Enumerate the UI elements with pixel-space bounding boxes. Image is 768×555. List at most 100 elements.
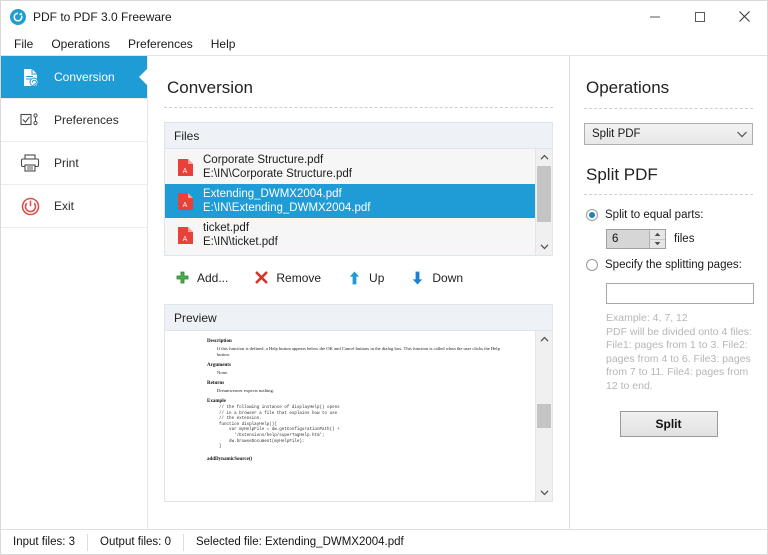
minimize-icon[interactable] [632, 1, 677, 32]
operation-select[interactable]: Split PDF [584, 123, 753, 145]
operations-divider [584, 108, 753, 109]
radio-button-icon[interactable] [586, 259, 598, 271]
sidebar-item-print[interactable]: Print [1, 142, 147, 185]
window-title: PDF to PDF 3.0 Freeware [33, 10, 172, 24]
hint-line: Example: 4, 7, 12 [606, 312, 756, 326]
hint-line: pages from 4 to 6. File3: pages [606, 353, 756, 367]
scroll-down-icon[interactable] [536, 238, 553, 255]
sidebar-item-exit[interactable]: Exit [1, 185, 147, 228]
parts-count-unit: files [674, 233, 694, 245]
pdf-file-icon: A [177, 192, 194, 211]
list-item[interactable]: A Extending_DWMX2004.pdf E:\IN\Extending… [165, 184, 535, 218]
file-name: Corporate Structure.pdf [203, 153, 352, 167]
scroll-track[interactable] [536, 348, 553, 484]
preview-heading: Description [207, 339, 509, 344]
preview-footer-heading: addDynamicSource() [207, 457, 509, 462]
refresh-circle-icon [10, 9, 26, 25]
menu-item-preferences[interactable]: Preferences [123, 35, 202, 54]
operations-title: Operations [586, 78, 753, 98]
preview-paragraph: Dreamweaver expects nothing. [217, 388, 509, 394]
scroll-down-icon[interactable] [536, 484, 553, 501]
file-path: E:\IN\Corporate Structure.pdf [203, 167, 352, 182]
files-list[interactable]: A Corporate Structure.pdf E:\IN\Corporat… [164, 148, 553, 256]
radio-specify-pages[interactable]: Specify the splitting pages: [586, 259, 753, 271]
printer-icon [19, 152, 41, 174]
preview-section: Preview Description If this function is … [164, 304, 553, 502]
preview-heading: Example [207, 399, 509, 404]
radio-split-equal-label: Split to equal parts: [605, 209, 703, 221]
preview-page: Description If this function is defined,… [165, 331, 535, 501]
preview-box[interactable]: Description If this function is defined,… [164, 330, 553, 502]
list-item-texts: ticket.pdf E:\IN\ticket.pdf [203, 221, 278, 250]
hint-line: from 7 to 11. File4: pages from [606, 366, 756, 380]
files-list-items: A Corporate Structure.pdf E:\IN\Corporat… [165, 149, 535, 255]
move-down-button[interactable]: Down [403, 265, 474, 290]
split-section-divider [584, 194, 753, 195]
split-button[interactable]: Split [620, 411, 718, 437]
svg-text:A: A [183, 168, 188, 175]
split-section-title: Split PDF [586, 165, 753, 185]
scroll-track[interactable] [536, 166, 553, 238]
list-item-texts: Extending_DWMX2004.pdf E:\IN\Extending_D… [203, 187, 370, 216]
quantity-stepper-buttons [649, 230, 665, 248]
radio-split-equal[interactable]: Split to equal parts: [586, 209, 753, 221]
preview-scrollbar[interactable] [535, 331, 552, 501]
list-item[interactable]: A Corporate Structure.pdf E:\IN\Corporat… [165, 150, 535, 184]
parts-count-row: 6 files [606, 229, 753, 249]
scroll-up-icon[interactable] [536, 149, 553, 166]
cross-icon [254, 270, 269, 285]
sidebar-item-label: Preferences [54, 113, 119, 127]
sidebar-item-label: Print [54, 156, 79, 170]
close-icon[interactable] [722, 1, 767, 32]
main-panel: Conversion Files A [148, 56, 570, 529]
move-up-button[interactable]: Up [340, 265, 395, 290]
menu-item-help[interactable]: Help [206, 35, 245, 54]
files-group-header: Files [164, 122, 553, 148]
hint-line: File1: pages from 1 to 3. File2: [606, 339, 756, 353]
arrow-up-icon [347, 270, 362, 285]
file-path: E:\IN\Extending_DWMX2004.pdf [203, 201, 370, 216]
stepper-down-icon[interactable] [650, 239, 665, 249]
files-list-scrollbar[interactable] [535, 149, 552, 255]
splitting-pages-input[interactable] [606, 283, 754, 304]
preview-code-block: // the following instance of displayHelp… [219, 406, 509, 451]
scroll-thumb[interactable] [537, 404, 551, 428]
preview-heading: Returns [207, 381, 509, 386]
move-down-button-label: Down [432, 271, 463, 285]
title-bar-left: PDF to PDF 3.0 Freeware [1, 9, 632, 25]
preview-heading: Arguments [207, 363, 509, 368]
menu-item-file[interactable]: File [9, 35, 42, 54]
sidebar: Conversion Preferences [1, 56, 148, 529]
arrow-down-icon [410, 270, 425, 285]
chevron-down-icon [736, 130, 748, 139]
stepper-up-icon[interactable] [650, 230, 665, 239]
remove-button[interactable]: Remove [247, 265, 332, 290]
status-bar: Input files: 3 Output files: 0 Selected … [1, 529, 767, 554]
window-controls [632, 1, 767, 32]
list-item[interactable]: A ticket.pdf E:\IN\ticket.pdf [165, 218, 535, 252]
status-input-files: Input files: 3 [1, 530, 87, 554]
maximize-icon[interactable] [677, 1, 722, 32]
scroll-thumb[interactable] [537, 166, 551, 222]
svg-text:A: A [183, 236, 188, 243]
preview-paragraph: If this function is defined, a Help butt… [217, 346, 509, 358]
menu-item-operations[interactable]: Operations [46, 35, 119, 54]
radio-specify-pages-label: Specify the splitting pages: [605, 259, 742, 271]
sidebar-active-pointer [139, 68, 148, 86]
sidebar-item-preferences[interactable]: Preferences [1, 99, 147, 142]
add-button[interactable]: Add... [168, 265, 239, 290]
radio-button-icon[interactable] [586, 209, 598, 221]
pdf-file-icon: A [177, 158, 194, 177]
menu-bar: File Operations Preferences Help [1, 33, 767, 56]
title-divider [164, 107, 553, 108]
quantity-stepper[interactable]: 6 [606, 229, 666, 249]
move-up-button-label: Up [369, 271, 384, 285]
preview-paragraph: None. [217, 370, 509, 376]
application-window: PDF to PDF 3.0 Freeware File Operations … [0, 0, 768, 555]
quantity-stepper-value[interactable]: 6 [607, 230, 649, 248]
split-hint-text: Example: 4, 7, 12 PDF will be divided on… [606, 312, 756, 393]
scroll-up-icon[interactable] [536, 331, 553, 348]
operations-panel: Operations Split PDF Split PDF Split to … [570, 56, 767, 529]
sidebar-item-conversion[interactable]: Conversion [1, 56, 147, 99]
file-path: E:\IN\ticket.pdf [203, 235, 278, 250]
